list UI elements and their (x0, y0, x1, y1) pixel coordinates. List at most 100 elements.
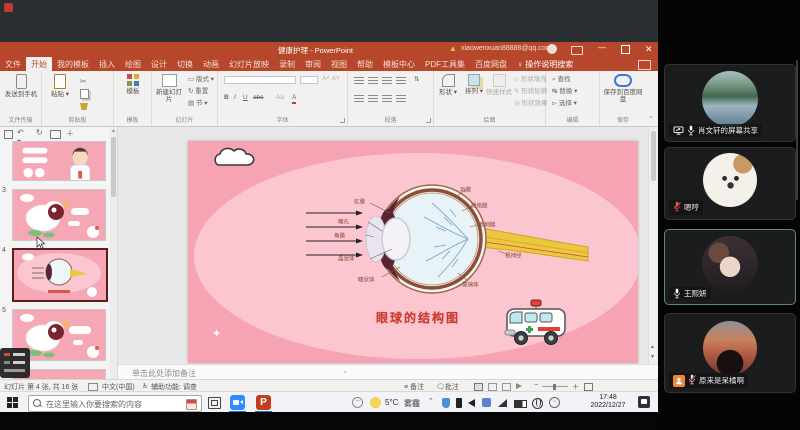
restore-button[interactable] (621, 45, 630, 54)
tab-template-center[interactable]: 模板中心 (378, 57, 420, 72)
justify-icon[interactable] (396, 95, 406, 103)
participant-tile-2[interactable]: 嗯哼 (664, 147, 796, 220)
text-direction-icon[interactable]: ⇅ (414, 75, 419, 84)
clock-time[interactable]: 17:48 (588, 394, 628, 401)
case-button[interactable]: Aa (276, 93, 284, 102)
save-icon[interactable] (4, 130, 13, 139)
section-button[interactable]: ▤ 节 ▾ (188, 99, 208, 108)
search-highlights-icon[interactable] (186, 399, 197, 410)
slideshow-view-icon[interactable] (516, 383, 522, 389)
font-size-combo[interactable] (300, 76, 318, 84)
minimize-button[interactable]: — (598, 43, 606, 52)
participant-tile-sharer[interactable]: 肖文轩的屏幕共享 (664, 64, 796, 142)
paste-button[interactable]: 粘贴 ▾ (48, 74, 72, 98)
zoom-out-button[interactable]: − (534, 382, 538, 389)
close-button[interactable]: ✕ (645, 44, 653, 55)
slide-thumbnail-4-selected[interactable] (12, 248, 108, 302)
slide-thumbnail-3[interactable] (12, 189, 106, 241)
weather-condition[interactable]: 雾霾 (404, 398, 420, 409)
collapse-ribbon-chevron[interactable]: ⌃ (648, 115, 654, 123)
slide-sorter-view-icon[interactable] (488, 383, 497, 391)
task-view-button[interactable] (208, 397, 221, 409)
clock-date[interactable]: 2022/12/27 (588, 402, 628, 409)
find-button[interactable]: ⌕ 查找 (552, 75, 570, 84)
font-name-combo[interactable] (224, 76, 296, 84)
notes-placeholder[interactable]: 单击此处添加备注 (132, 368, 196, 379)
tab-record[interactable]: 录制 (274, 57, 300, 72)
select-button[interactable]: ▻ 选择 ▾ (552, 99, 577, 108)
account-email[interactable]: xiaowenxuan88888@qq.com (461, 45, 551, 52)
scroll-down-button[interactable]: ▼ (650, 354, 655, 360)
tab-file[interactable]: 文件 (0, 57, 26, 72)
battery-icon[interactable] (514, 400, 527, 408)
participant-tile-3-speaking[interactable]: 王熙妍 (664, 229, 796, 305)
tab-review[interactable]: 审阅 (300, 57, 326, 72)
layout-button[interactable]: ▭ 版式 ▾ (188, 75, 214, 84)
strikethrough-button[interactable]: abc (253, 93, 263, 102)
meeting-app-icon[interactable] (230, 395, 245, 410)
notes-pane[interactable]: ⌄ 单击此处添加备注 (118, 364, 658, 379)
numbering-icon[interactable] (368, 77, 378, 85)
account-avatar[interactable] (547, 44, 557, 54)
shape-fill-button[interactable]: ◇ 形状填充 (514, 75, 547, 84)
notes-splitter-handle[interactable]: ⌄ (342, 367, 348, 375)
tab-animations[interactable]: 动画 (198, 57, 224, 72)
redo-icon[interactable]: ↻ (36, 128, 43, 137)
cut-icon[interactable]: ✂ (80, 77, 87, 86)
align-right-icon[interactable] (382, 95, 392, 103)
copy-icon[interactable] (80, 89, 89, 99)
editor-scrollbar[interactable]: ▲ ▼ (648, 127, 658, 364)
tab-slideshow[interactable]: 幻灯片放映 (224, 57, 274, 72)
participant-tile-4-host[interactable]: 原来是呆橘啊 (664, 313, 796, 393)
tray-app-icon-square[interactable] (482, 398, 491, 407)
tray-expand-chevron[interactable]: ⌃ (428, 397, 434, 405)
indent-icon[interactable] (382, 77, 392, 85)
arrange-button[interactable]: 排列 ▾ (462, 74, 486, 95)
sidebar-scrollbar[interactable] (796, 60, 798, 200)
new-slide-button[interactable]: 新建幻灯片 (154, 74, 184, 103)
customize-qat-icon[interactable]: ＋ (66, 128, 74, 139)
line-spacing-icon[interactable] (396, 77, 406, 85)
slide-thumbnail-2[interactable] (12, 141, 106, 181)
reset-button[interactable]: ↻ 重置 (188, 87, 208, 96)
shape-effects-button[interactable]: ◎ 形状效果 (514, 99, 547, 108)
font-color-button[interactable]: A (292, 93, 296, 104)
underline-button[interactable]: U (243, 93, 248, 102)
taskbar-search-box[interactable]: 在这里输入你要搜索的内容 (28, 395, 202, 412)
display-settings-icon[interactable] (571, 46, 583, 55)
italic-button[interactable]: I (234, 93, 236, 102)
powerpoint-app-icon[interactable]: P (256, 395, 271, 410)
normal-view-icon[interactable] (474, 383, 483, 391)
tab-draw[interactable]: 绘图 (120, 57, 146, 72)
tab-design[interactable]: 设计 (146, 57, 172, 72)
send-to-phone-button[interactable]: 发送到手机 (2, 74, 40, 98)
tab-insert[interactable]: 插入 (94, 57, 120, 72)
network-icon[interactable] (498, 399, 507, 407)
tab-mytemplates[interactable]: 我的模板 (52, 57, 94, 72)
quick-styles-button[interactable]: 快速样式 (486, 74, 512, 96)
tab-transitions[interactable]: 切换 (172, 57, 198, 72)
tellme-search[interactable]: ♀ 操作说明搜索 (512, 57, 578, 72)
notification-center-icon[interactable] (638, 396, 650, 408)
slideshow-from-start-icon[interactable] (50, 130, 61, 139)
tab-view[interactable]: 视图 (326, 57, 352, 72)
save-to-baidu-button[interactable]: 保存到百度网盘 (602, 74, 644, 103)
grow-font-icon[interactable]: A˄ A˅ (322, 74, 340, 83)
meeting-floating-panel[interactable] (0, 348, 30, 378)
align-left-icon[interactable] (354, 95, 364, 103)
replace-button[interactable]: ↹ 替换 ▾ (552, 87, 577, 96)
share-screen-icon[interactable] (638, 60, 651, 70)
slide-canvas[interactable]: 虹膜 瞳孔 角膜 晶状体 睫状体 巩膜 脉络膜 视网膜 视神经 玻璃体 眼球的结… (188, 141, 638, 363)
template-button[interactable]: 模板 (119, 74, 147, 95)
fit-to-window-icon[interactable] (584, 383, 593, 391)
tab-home[interactable]: 开始 (26, 57, 52, 72)
start-button[interactable] (7, 397, 18, 408)
tab-help[interactable]: 帮助 (352, 57, 378, 72)
scroll-up-button[interactable]: ▲ (650, 344, 655, 350)
shape-outline-button[interactable]: ✎ 形状轮廓 (514, 87, 547, 96)
globe-icon[interactable] (532, 398, 543, 409)
weather-temp[interactable]: 5°C (385, 398, 398, 407)
bullets-icon[interactable] (354, 77, 364, 85)
desktops-icon[interactable]: − (352, 397, 363, 408)
format-painter-icon[interactable] (80, 103, 88, 110)
